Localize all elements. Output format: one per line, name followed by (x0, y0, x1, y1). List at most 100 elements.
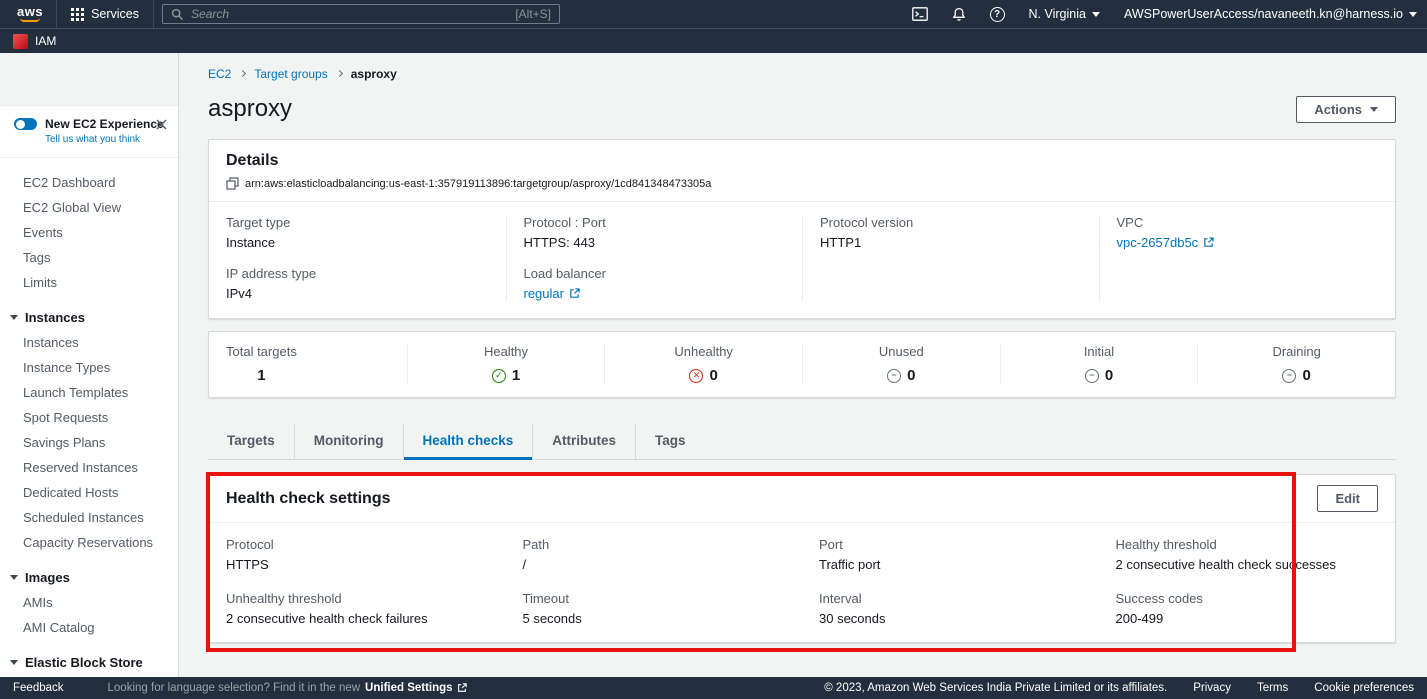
notifications-button[interactable] (952, 7, 966, 22)
aws-logo-text: aws (17, 6, 43, 18)
sidebar-item-events[interactable]: Events (0, 220, 178, 245)
sidebar-item-reserved-instances[interactable]: Reserved Instances (0, 455, 178, 480)
footer: Feedback Looking for language selection?… (0, 677, 1427, 699)
nav-right: ? N. Virginia AWSPowerUserAccess/navanee… (912, 7, 1417, 22)
sidebar-item-ec2-global-view[interactable]: EC2 Global View (0, 195, 178, 220)
edit-button[interactable]: Edit (1317, 485, 1378, 512)
breadcrumb-current: asproxy (351, 67, 397, 81)
help-icon: ? (990, 7, 1005, 22)
main-content: EC2 Target groups asproxy asproxy Action… (179, 53, 1427, 677)
field-protocol-port: Protocol : Port HTTPS: 443 (524, 215, 786, 250)
details-card: Details arn:aws:elasticloadbalancing:us-… (208, 139, 1396, 319)
close-icon[interactable] (156, 119, 167, 130)
sidebar-section-instances[interactable]: Instances (0, 305, 178, 330)
field-load-balancer: Load balancer regular (524, 266, 786, 301)
tab-bar: Targets Monitoring Health checks Attribu… (208, 424, 1396, 460)
services-label: Services (91, 7, 139, 21)
sidebar-item-dedicated-hosts[interactable]: Dedicated Hosts (0, 480, 178, 505)
sidebar-item-launch-templates[interactable]: Launch Templates (0, 380, 178, 405)
copy-icon[interactable] (226, 177, 239, 190)
actions-button-label: Actions (1314, 102, 1362, 117)
chevron-down-icon (1370, 107, 1378, 112)
sidebar-item-scheduled-instances[interactable]: Scheduled Instances (0, 505, 178, 530)
search-input[interactable] (191, 7, 508, 21)
terms-link[interactable]: Terms (1257, 682, 1288, 694)
new-experience-subtitle[interactable]: Tell us what you think (45, 134, 166, 145)
vpc-link[interactable]: vpc-2657db5c (1117, 235, 1215, 250)
stat-unhealthy: Unhealthy ✕ 0 (604, 344, 802, 384)
tab-attributes[interactable]: Attributes (532, 424, 635, 459)
unhealthy-cross-icon: ✕ (689, 369, 703, 383)
stat-draining: Draining − 0 (1197, 344, 1395, 384)
load-balancer-link[interactable]: regular (524, 286, 580, 301)
chevron-down-icon (1409, 12, 1417, 17)
help-button[interactable]: ? (990, 7, 1005, 22)
favorite-iam-link[interactable]: IAM (35, 34, 56, 48)
new-experience-title: New EC2 Experience (45, 117, 164, 131)
health-check-settings-title: Health check settings (226, 490, 391, 508)
field-interval: Interval 30 seconds (802, 591, 1099, 626)
tab-monitoring[interactable]: Monitoring (294, 424, 403, 459)
sidebar-item-ec2-dashboard[interactable]: EC2 Dashboard (0, 170, 178, 195)
privacy-link[interactable]: Privacy (1193, 682, 1231, 694)
chevron-down-icon (1092, 12, 1100, 17)
sidebar-item-tags[interactable]: Tags (0, 245, 178, 270)
feedback-link[interactable]: Feedback (13, 682, 64, 694)
field-protocol: Protocol HTTPS (209, 537, 506, 572)
tab-targets[interactable]: Targets (208, 424, 294, 459)
breadcrumb-ec2[interactable]: EC2 (208, 67, 231, 81)
aws-logo-smile (20, 18, 40, 22)
field-path: Path / (506, 537, 803, 572)
top-navigation: aws Services [Alt+S] (0, 0, 1427, 28)
chevron-expanded-icon (10, 575, 18, 580)
notifications-bell-icon (952, 7, 966, 22)
iam-service-icon (13, 34, 28, 49)
breadcrumb: EC2 Target groups asproxy (208, 67, 1396, 81)
field-timeout: Timeout 5 seconds (506, 591, 803, 626)
stat-total-targets: Total targets 1 (209, 344, 407, 384)
sidebar-item-amis[interactable]: AMIs (0, 590, 178, 615)
language-selection-text: Looking for language selection? Find it … (108, 682, 361, 694)
sidebar-item-savings-plans[interactable]: Savings Plans (0, 430, 178, 455)
field-ip-address-type: IP address type IPv4 (226, 266, 489, 301)
sidebar-nav: EC2 Dashboard EC2 Global View Events Tag… (0, 158, 178, 677)
sidebar-item-instance-types[interactable]: Instance Types (0, 355, 178, 380)
sidebar-section-images[interactable]: Images (0, 565, 178, 590)
target-group-arn: arn:aws:elasticloadbalancing:us-east-1:3… (245, 178, 711, 190)
unified-settings-link[interactable]: Unified Settings (365, 682, 467, 694)
sidebar-section-elastic-block-store[interactable]: Elastic Block Store (0, 650, 178, 675)
aws-logo[interactable]: aws (4, 6, 56, 22)
sidebar-top-spacer (0, 53, 178, 105)
tab-health-checks[interactable]: Health checks (403, 424, 533, 459)
new-experience-panel: New EC2 Experience Tell us what you thin… (0, 105, 178, 158)
sidebar-item-limits[interactable]: Limits (0, 270, 178, 295)
chevron-right-icon (239, 70, 246, 77)
account-menu[interactable]: AWSPowerUserAccess/navaneeth.kn@harness.… (1124, 7, 1417, 21)
health-check-settings-card: Health check settings Edit Protocol HTTP… (208, 474, 1396, 643)
search-box[interactable]: [Alt+S] (162, 4, 560, 24)
services-grid-icon (71, 8, 84, 21)
sidebar-item-ami-catalog[interactable]: AMI Catalog (0, 615, 178, 640)
minus-circle-icon: − (1282, 369, 1296, 383)
tab-tags[interactable]: Tags (635, 424, 705, 459)
stat-healthy: Healthy ✓ 1 (407, 344, 605, 384)
services-menu[interactable]: Services (57, 0, 153, 28)
field-vpc: VPC vpc-2657db5c (1117, 215, 1379, 250)
field-unhealthy-threshold: Unhealthy threshold 2 consecutive health… (209, 591, 506, 626)
external-link-icon (1203, 237, 1214, 248)
sidebar-item-spot-requests[interactable]: Spot Requests (0, 405, 178, 430)
new-experience-toggle[interactable] (14, 118, 37, 130)
sidebar-item-capacity-reservations[interactable]: Capacity Reservations (0, 530, 178, 555)
breadcrumb-target-groups[interactable]: Target groups (254, 67, 327, 81)
healthy-check-icon: ✓ (492, 369, 506, 383)
actions-button[interactable]: Actions (1296, 96, 1396, 123)
cloudshell-button[interactable] (912, 7, 928, 21)
copyright-text: © 2023, Amazon Web Services India Privat… (824, 682, 1167, 694)
sidebar: New EC2 Experience Tell us what you thin… (0, 53, 179, 677)
region-selector[interactable]: N. Virginia (1029, 7, 1100, 21)
sidebar-item-instances[interactable]: Instances (0, 330, 178, 355)
cookie-preferences-link[interactable]: Cookie preferences (1314, 682, 1414, 694)
sidebar-section-label: Images (25, 570, 70, 585)
account-label: AWSPowerUserAccess/navaneeth.kn@harness.… (1124, 7, 1403, 21)
region-label: N. Virginia (1029, 7, 1086, 21)
